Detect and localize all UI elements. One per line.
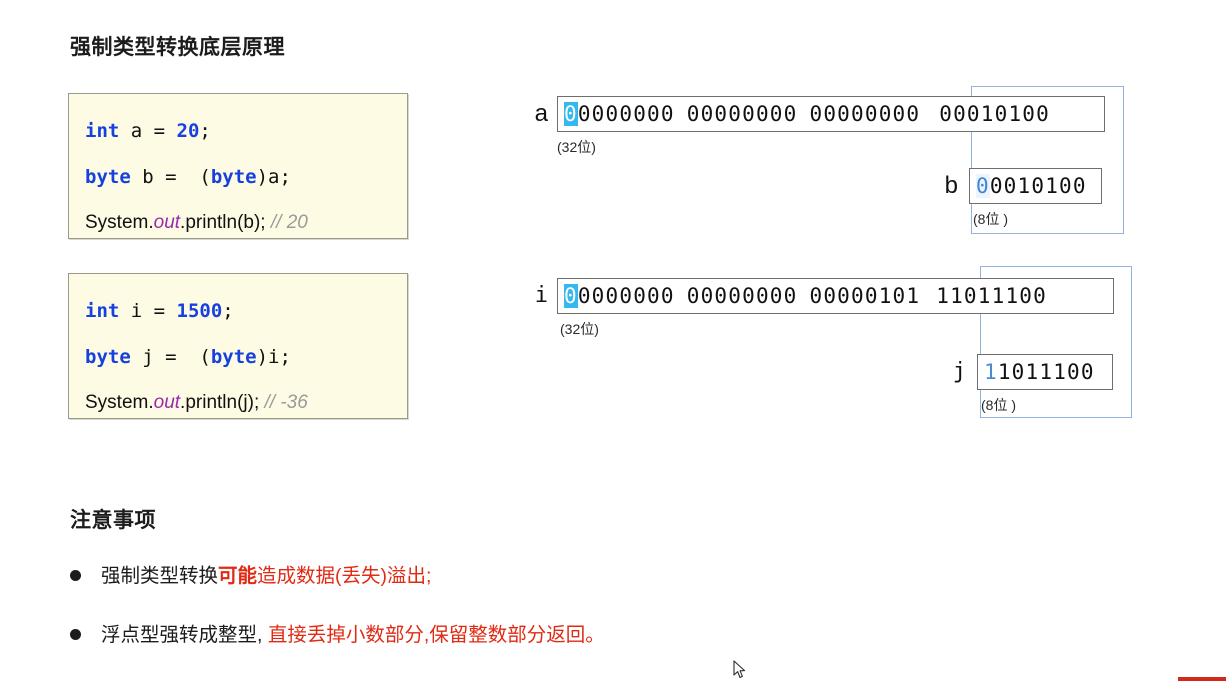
code-keyword: byte — [85, 346, 131, 368]
bit-group-4: 11011100 — [936, 284, 1047, 308]
bit-group-2: 00000000 — [686, 284, 798, 308]
code-keyword: byte — [210, 166, 257, 188]
bit-diagram-a-to-b: a 0 0000000 00000000 00000000 00010100 (32位)… — [520, 86, 1140, 241]
code-line: byte j = (byte)i; — [85, 334, 391, 380]
bit-width-note-32: (32位) — [560, 321, 599, 337]
code-text: b = ( — [130, 166, 211, 188]
variable-label-a: a — [534, 100, 548, 127]
sign-bit: 0 — [564, 284, 578, 308]
code-line: System.out.println(j); // -36 — [85, 380, 391, 426]
variable-label-j: j — [952, 359, 966, 384]
code-text: .println(j); — [180, 392, 265, 413]
bit-box-j-8: 1 1011100 — [977, 354, 1113, 390]
bit-group-4: 00010100 — [939, 102, 1050, 126]
note-emphasis-text: 可能 — [218, 565, 258, 587]
bit-group-1-rest: 0000000 — [577, 102, 675, 126]
note-list-item: 浮点型强转成整型, 直接丢掉小数部分,保留整数部分返回。 — [70, 622, 605, 648]
code-field-out: out — [153, 392, 181, 413]
variable-label-i: i — [534, 283, 548, 308]
code-text: )i; — [256, 346, 291, 368]
bit-width-note-8: (8位 ) — [973, 211, 1008, 227]
bit-group-2: 00000000 — [686, 102, 798, 126]
bit-group-3: 00000101 — [809, 284, 921, 308]
bit-diagram-i-to-j: i 0 0000000 00000000 00000101 11011100 (32位)… — [520, 266, 1140, 421]
code-text: ; — [222, 300, 234, 322]
bullet-icon — [70, 570, 81, 581]
code-keyword: byte — [85, 166, 131, 188]
bit-row-b: b 0 0010100 — [932, 168, 1102, 204]
note-red-text: 直接丢掉小数部分,保留整数部分返回。 — [262, 624, 605, 646]
bit-width-note-8: (8位 ) — [981, 397, 1016, 413]
bit-group-1-rest: 0000000 — [577, 284, 675, 308]
code-block-cast-1500-to-byte: int i = 1500; byte j = (byte)i; System.o… — [68, 273, 408, 419]
bullet-icon — [70, 629, 81, 640]
code-line: int i = 1500; — [85, 288, 391, 334]
note-text: 强制类型转换可能造成数据(丢失)溢出; — [101, 563, 431, 589]
code-comment: // -36 — [264, 392, 308, 413]
notes-section-title: 注意事项 — [70, 509, 156, 532]
code-comment: // 20 — [270, 212, 308, 233]
page-title: 强制类型转换底层原理 — [70, 36, 285, 59]
bit-row-j: j 1 1011100 — [940, 354, 1113, 390]
code-line: int a = 20; — [85, 108, 391, 154]
code-block-cast-int-to-byte: int a = 20; byte b = (byte)a; System.out… — [68, 93, 408, 239]
bit-box-b-8: 0 0010100 — [969, 168, 1102, 204]
code-text: System. — [85, 212, 154, 233]
note-red-text: 造成数据(丢失)溢出; — [257, 565, 432, 587]
variable-label-b: b — [944, 172, 958, 199]
code-keyword: byte — [210, 346, 257, 368]
bottom-accent-bar — [1178, 677, 1226, 681]
bit-box-a-32: 0 0000000 00000000 00000000 00010100 — [557, 96, 1105, 132]
code-line: System.out.println(b); // 20 — [85, 200, 391, 246]
code-field-out: out — [153, 212, 181, 233]
code-text: i = — [119, 300, 177, 322]
bit-row-a: a 0 0000000 00000000 00000000 00010100 — [520, 96, 1105, 132]
bit-width-note-32: (32位) — [557, 139, 596, 155]
bit-group-3: 00000000 — [809, 102, 921, 126]
bit-row-i: i 0 0000000 00000000 00000101 11011100 — [520, 278, 1114, 314]
code-line: byte b = (byte)a; — [85, 154, 391, 200]
note-text: 浮点型强转成整型, 直接丢掉小数部分,保留整数部分返回。 — [101, 622, 605, 648]
bit-rest: 0010100 — [989, 174, 1087, 198]
code-text: .println(b); — [180, 212, 271, 233]
bit-rest: 1011100 — [997, 360, 1095, 384]
code-text: ; — [199, 120, 211, 142]
sign-bit: 0 — [564, 102, 578, 126]
code-text: j = ( — [130, 346, 211, 368]
code-keyword: int — [85, 300, 120, 322]
note-plain-text: 浮点型强转成整型, — [101, 624, 263, 646]
code-text: )a; — [256, 166, 291, 188]
bit-box-i-32: 0 0000000 00000000 00000101 11011100 — [557, 278, 1114, 314]
code-text: a = — [119, 120, 177, 142]
sign-bit: 1 — [984, 360, 998, 384]
mouse-cursor-icon — [733, 660, 746, 679]
code-keyword: int — [85, 120, 120, 142]
code-text: System. — [85, 392, 154, 413]
note-list-item: 强制类型转换可能造成数据(丢失)溢出; — [70, 563, 431, 589]
note-plain-text: 强制类型转换 — [101, 565, 219, 587]
sign-bit: 0 — [976, 174, 990, 198]
code-number: 1500 — [176, 300, 223, 322]
code-number: 20 — [176, 120, 200, 142]
